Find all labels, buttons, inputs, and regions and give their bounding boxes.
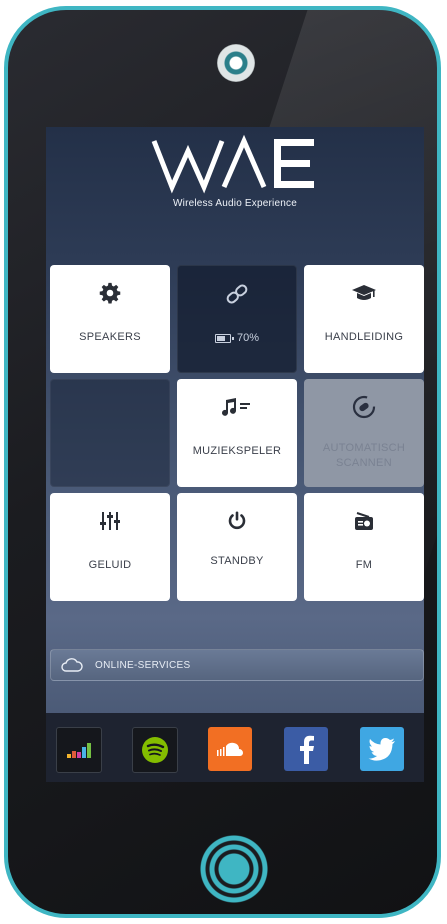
tile-auto-scan-label: AUTOMATISCH SCANNEN [322,442,406,469]
tile-battery[interactable]: 70% [177,265,297,373]
camera-icon [217,44,255,82]
tile-sound-label: GELUID [88,559,132,571]
spotify-icon[interactable] [132,727,178,773]
tile-music-player[interactable]: MUZIEKSPELER [177,379,297,487]
wae-logo [151,134,314,194]
sliders-icon [50,509,170,533]
deezer-icon[interactable] [56,727,102,773]
tile-sound[interactable]: GELUID [50,493,170,601]
tile-standby[interactable]: STANDBY [177,493,297,601]
graduation-cap-icon [304,281,424,305]
battery-status: 70% [178,332,296,344]
battery-icon [214,333,234,343]
tile-fm[interactable]: FM [304,493,424,601]
tile-manual-label: HANDLEIDING [324,331,404,343]
app-screen: Wireless Audio Experience SPEAKERS 70% H… [46,127,424,782]
scan-icon [304,395,424,419]
tile-fm-label: FM [355,559,373,571]
power-icon [177,509,297,533]
app-subtitle: Wireless Audio Experience [173,198,297,209]
tile-auto-scan[interactable]: AUTOMATISCH SCANNEN [304,379,424,487]
cloud-icon [61,658,83,672]
tile-speakers-label: SPEAKERS [79,331,141,343]
tile-speakers[interactable]: SPEAKERS [50,265,170,373]
tile-empty [50,379,170,487]
twitter-icon[interactable] [360,727,404,771]
services-bar [46,713,424,782]
radio-icon [304,509,424,533]
battery-level: 70% [236,332,260,344]
online-services-bar[interactable]: ONLINE-SERVICES [50,649,424,681]
link-icon [178,282,296,306]
tile-manual[interactable]: HANDLEIDING [304,265,424,373]
home-button[interactable] [199,834,269,904]
facebook-icon[interactable] [284,727,328,771]
online-services-label: ONLINE-SERVICES [95,659,191,671]
tile-standby-label: STANDBY [210,555,264,567]
soundcloud-icon[interactable] [208,727,252,771]
music-note-icon [177,395,297,419]
gear-icon [50,281,170,305]
tile-music-player-label: MUZIEKSPELER [192,445,282,457]
